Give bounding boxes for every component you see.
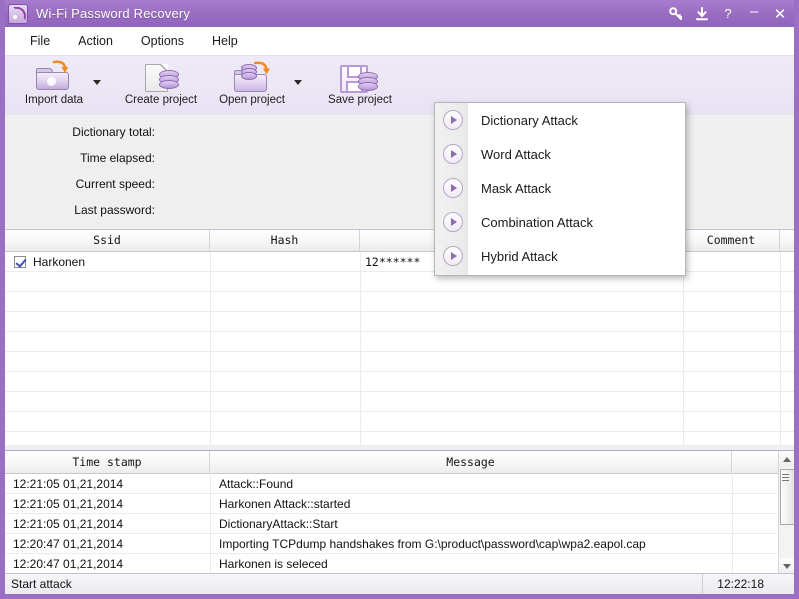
minimize-icon[interactable]: – bbox=[741, 0, 767, 30]
menu-item-label: Hybrid Attack bbox=[481, 249, 558, 264]
log-timestamp: 12:20:47 01,21,2014 bbox=[13, 534, 203, 554]
row-checkbox[interactable] bbox=[14, 256, 26, 268]
menu-item-help[interactable]: Help bbox=[201, 31, 249, 51]
current-speed-label: Current speed: bbox=[5, 177, 155, 191]
log-row[interactable]: 12:21:05 01,21,2014 Harkonen Attack::sta… bbox=[5, 494, 777, 514]
table-row-empty[interactable] bbox=[5, 352, 794, 372]
new-project-icon bbox=[139, 60, 183, 92]
window-title: Wi-Fi Password Recovery bbox=[36, 6, 190, 21]
dictionary-total-label: Dictionary total: bbox=[5, 125, 155, 139]
column-header-comment[interactable]: Comment bbox=[683, 230, 780, 251]
window-controls: ? – ✕ bbox=[663, 0, 799, 27]
cell-ssid: Harkonen bbox=[33, 252, 203, 272]
menu-item-label: Mask Attack bbox=[481, 181, 551, 196]
play-circle-icon bbox=[443, 110, 463, 130]
log-row[interactable]: 12:20:47 01,21,2014 Harkonen is seleced bbox=[5, 554, 777, 574]
column-header-ssid[interactable]: Ssid bbox=[5, 230, 210, 251]
menu-item-label: Combination Attack bbox=[481, 215, 593, 230]
log-row[interactable]: 12:20:47 01,21,2014 Importing TCPdump ha… bbox=[5, 534, 777, 554]
open-project-icon bbox=[230, 60, 274, 92]
status-time: 12:22:18 bbox=[702, 574, 794, 594]
log-header-row: Time stamp Message bbox=[5, 451, 794, 474]
log-row[interactable]: 12:21:05 01,21,2014 DictionaryAttack::St… bbox=[5, 514, 777, 534]
scroll-up-icon[interactable] bbox=[779, 451, 794, 467]
import-data-button[interactable]: Import data bbox=[19, 60, 89, 112]
import-data-label: Import data bbox=[25, 94, 83, 106]
close-icon[interactable]: ✕ bbox=[767, 0, 793, 27]
menu-item-mask-attack[interactable]: Mask Attack bbox=[435, 171, 685, 205]
attack-type-menu: Dictionary Attack Word Attack Mask Attac… bbox=[434, 102, 686, 276]
wifi-signal-icon bbox=[8, 4, 28, 24]
last-password-label: Last password: bbox=[5, 203, 155, 217]
create-project-label: Create project bbox=[125, 94, 197, 106]
menu-bar: File Action Options Help bbox=[5, 27, 794, 56]
log-column-header-extra[interactable] bbox=[732, 451, 777, 473]
play-circle-icon bbox=[443, 212, 463, 232]
open-project-caret-icon[interactable] bbox=[294, 80, 302, 85]
import-folder-icon bbox=[32, 60, 76, 92]
log-column-header-timestamp[interactable]: Time stamp bbox=[5, 451, 210, 473]
open-project-label: Open project bbox=[219, 94, 285, 106]
table-row-empty[interactable] bbox=[5, 392, 794, 412]
table-body: Harkonen 12****** bbox=[5, 252, 794, 445]
menu-item-options[interactable]: Options bbox=[130, 31, 195, 51]
scroll-down-icon[interactable] bbox=[779, 558, 794, 574]
log-column-header-message[interactable]: Message bbox=[210, 451, 732, 473]
log-timestamp: 12:21:05 01,21,2014 bbox=[13, 514, 203, 534]
menu-item-combination-attack[interactable]: Combination Attack bbox=[435, 205, 685, 239]
status-bar: Start attack 12:22:18 bbox=[5, 573, 794, 594]
menu-item-word-attack[interactable]: Word Attack bbox=[435, 137, 685, 171]
help-icon[interactable]: ? bbox=[715, 0, 741, 27]
menu-item-label: Word Attack bbox=[481, 147, 551, 162]
table-row-empty[interactable] bbox=[5, 332, 794, 352]
log-message: Harkonen Attack::started bbox=[219, 494, 724, 514]
play-circle-icon bbox=[443, 144, 463, 164]
status-message: Start attack bbox=[5, 577, 72, 591]
log-message: Attack::Found bbox=[219, 474, 724, 494]
table-row-empty[interactable] bbox=[5, 432, 794, 452]
table-row-empty[interactable] bbox=[5, 312, 794, 332]
play-circle-icon bbox=[443, 246, 463, 266]
menu-item-label: Dictionary Attack bbox=[481, 113, 578, 128]
log-panel: Time stamp Message 12:21:05 01,21,2014 A… bbox=[5, 450, 794, 574]
column-header-spacer bbox=[780, 230, 794, 251]
menu-item-hybrid-attack[interactable]: Hybrid Attack bbox=[435, 239, 685, 273]
column-header-hash[interactable]: Hash bbox=[210, 230, 360, 251]
table-row-empty[interactable] bbox=[5, 412, 794, 432]
log-row[interactable]: 12:21:05 01,21,2014 Attack::Found bbox=[5, 474, 777, 494]
scrollbar-thumb[interactable] bbox=[780, 469, 795, 525]
scrollbar-grip-icon bbox=[782, 474, 789, 475]
table-row-empty[interactable] bbox=[5, 372, 794, 392]
key-icon[interactable] bbox=[663, 0, 689, 27]
play-circle-icon bbox=[443, 178, 463, 198]
application-window: Wi-Fi Password Recovery ? – ✕ File Actio… bbox=[0, 0, 799, 599]
save-project-button[interactable]: Save project bbox=[325, 60, 395, 112]
log-timestamp: 12:21:05 01,21,2014 bbox=[13, 494, 203, 514]
create-project-button[interactable]: Create project bbox=[123, 60, 199, 112]
log-timestamp: 12:21:05 01,21,2014 bbox=[13, 474, 203, 494]
log-scrollbar[interactable] bbox=[778, 451, 794, 574]
download-icon[interactable] bbox=[689, 0, 715, 27]
save-project-icon bbox=[338, 60, 382, 92]
log-message: DictionaryAttack::Start bbox=[219, 514, 724, 534]
menu-item-file[interactable]: File bbox=[19, 31, 61, 51]
save-project-label: Save project bbox=[328, 94, 392, 106]
open-project-button[interactable]: Open project bbox=[217, 60, 287, 112]
time-elapsed-label: Time elapsed: bbox=[5, 151, 155, 165]
table-row-empty[interactable] bbox=[5, 292, 794, 312]
menu-item-dictionary-attack[interactable]: Dictionary Attack bbox=[435, 103, 685, 137]
log-message: Harkonen is seleced bbox=[219, 554, 724, 574]
cell-hash bbox=[217, 252, 357, 272]
import-data-caret-icon[interactable] bbox=[93, 80, 101, 85]
log-timestamp: 12:20:47 01,21,2014 bbox=[13, 554, 203, 574]
cell-comment bbox=[689, 252, 777, 272]
title-bar: Wi-Fi Password Recovery ? – ✕ bbox=[0, 0, 799, 27]
log-message: Importing TCPdump handshakes from G:\pro… bbox=[219, 534, 724, 554]
menu-item-action[interactable]: Action bbox=[67, 31, 124, 51]
